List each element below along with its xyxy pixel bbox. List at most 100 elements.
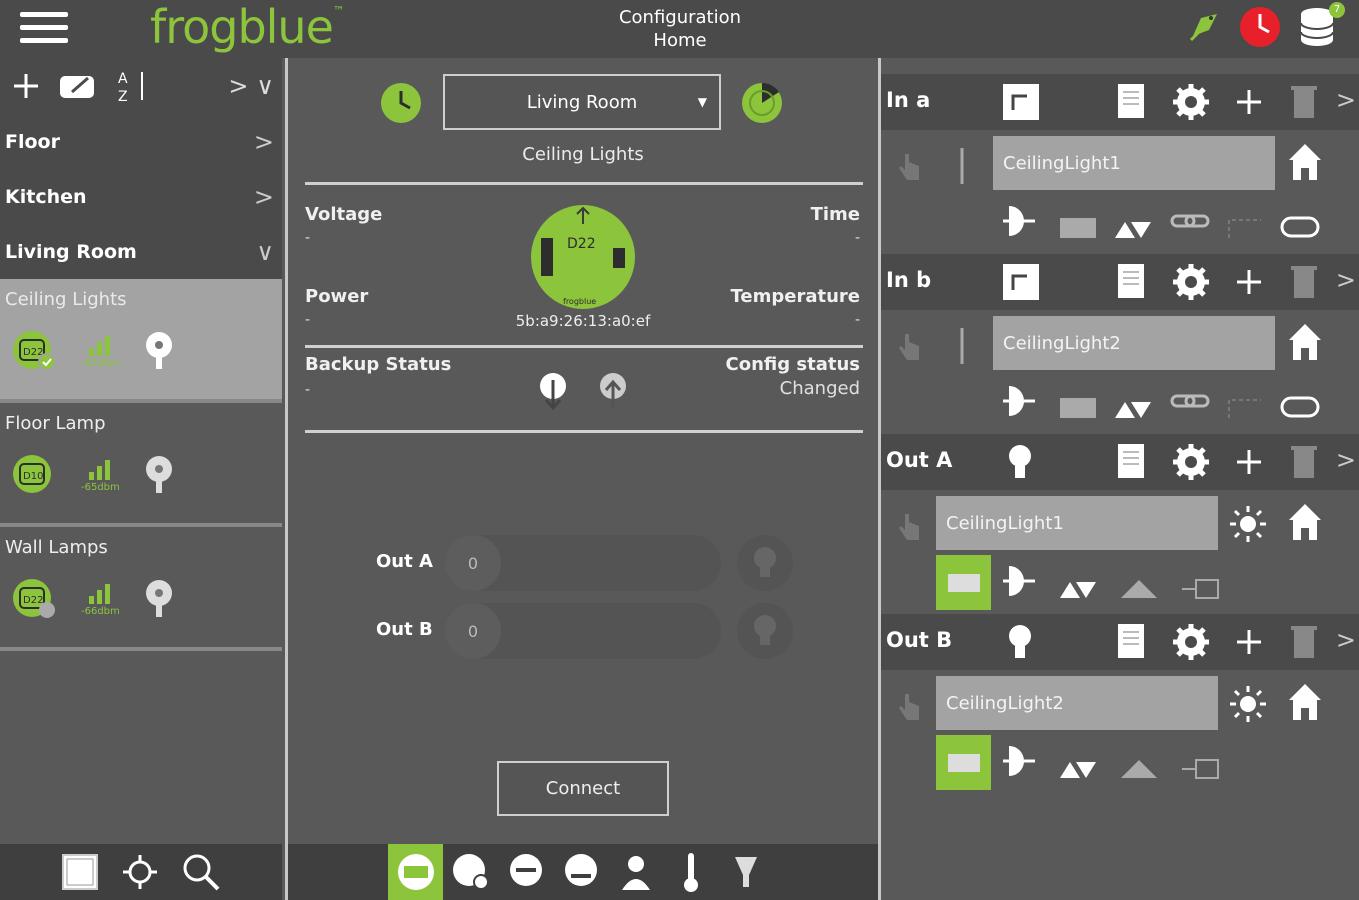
up-down-icon[interactable] bbox=[1056, 560, 1100, 602]
database-icon[interactable]: 7 bbox=[1299, 2, 1345, 48]
bulb-toggle-button[interactable] bbox=[737, 535, 793, 591]
dimmer-slider[interactable]: 0 bbox=[445, 603, 721, 659]
add-icon[interactable] bbox=[1234, 262, 1264, 302]
input-type-icon[interactable] bbox=[1001, 82, 1041, 122]
document-icon[interactable] bbox=[1115, 622, 1149, 662]
corner-icon[interactable] bbox=[1223, 200, 1267, 242]
tab-light[interactable] bbox=[718, 844, 773, 900]
gear-icon[interactable] bbox=[1171, 622, 1211, 662]
dimmer-icon[interactable] bbox=[999, 560, 1039, 602]
dimmer-icon[interactable] bbox=[999, 380, 1039, 422]
backup-upload-icon[interactable] bbox=[598, 372, 628, 414]
slider-knob[interactable]: 0 bbox=[445, 603, 501, 659]
document-icon[interactable] bbox=[1115, 262, 1149, 302]
output-mode-switch[interactable] bbox=[936, 735, 991, 790]
blind-icon[interactable] bbox=[1056, 200, 1100, 242]
frog-icon[interactable] bbox=[1187, 10, 1221, 44]
up-down-icon[interactable] bbox=[1111, 200, 1155, 242]
module-icon bbox=[397, 854, 434, 890]
motor-icon[interactable] bbox=[1178, 740, 1222, 782]
backup-download-icon[interactable] bbox=[538, 372, 568, 414]
up-down-icon[interactable] bbox=[1111, 380, 1155, 422]
switch-icon bbox=[947, 573, 980, 592]
motor-icon[interactable] bbox=[1178, 560, 1222, 602]
sun-icon[interactable] bbox=[1228, 684, 1268, 724]
io-config-panel: In a > CeilingLight1 In b > CeilingLight… bbox=[878, 58, 1359, 900]
tab-module-in[interactable] bbox=[553, 844, 608, 900]
clock-alarm-icon[interactable] bbox=[1239, 6, 1281, 48]
chevron-down-icon[interactable]: ∨ bbox=[256, 72, 274, 100]
trash-icon[interactable] bbox=[1289, 262, 1319, 302]
slider-knob[interactable]: 0 bbox=[445, 535, 501, 591]
trash-icon[interactable] bbox=[1289, 442, 1319, 482]
tab-temperature[interactable] bbox=[663, 844, 718, 900]
menu-icon[interactable] bbox=[20, 12, 68, 46]
bulb-icon[interactable] bbox=[1005, 622, 1035, 662]
loop-icon[interactable] bbox=[1278, 200, 1322, 242]
add-icon[interactable] bbox=[1234, 82, 1264, 122]
tree-item-kitchen[interactable]: Kitchen > bbox=[0, 169, 282, 224]
tree-item-living-room[interactable]: Living Room ∨ bbox=[0, 224, 282, 279]
tab-module[interactable] bbox=[388, 844, 443, 900]
search-icon[interactable] bbox=[181, 852, 221, 892]
document-icon[interactable] bbox=[1115, 442, 1149, 482]
trash-icon[interactable] bbox=[1289, 622, 1319, 662]
add-icon[interactable] bbox=[1234, 622, 1264, 662]
shade-icon[interactable] bbox=[1117, 740, 1161, 782]
output-name-field[interactable]: CeilingLight2 bbox=[936, 676, 1218, 730]
device-tree-panel: AZ > ∨ Floor > Kitchen > Living Room ∨ Ceili… bbox=[0, 58, 282, 900]
add-icon[interactable] bbox=[12, 72, 40, 100]
output-mode-switch[interactable] bbox=[936, 555, 991, 610]
device-wall-lamps[interactable]: Wall Lamps D22 -66dbm bbox=[0, 527, 282, 651]
home-icon[interactable] bbox=[1287, 502, 1323, 542]
connect-button[interactable]: Connect bbox=[497, 761, 669, 816]
link-icon[interactable] bbox=[1168, 380, 1212, 422]
output-name-field[interactable]: CeilingLight1 bbox=[936, 496, 1218, 550]
corner-icon[interactable] bbox=[1223, 380, 1267, 422]
radar-scan-icon[interactable] bbox=[741, 82, 783, 124]
input-name-field[interactable]: CeilingLight1 bbox=[993, 136, 1275, 190]
output-row-a: Out A 0 bbox=[288, 535, 878, 591]
output-function-icons bbox=[999, 740, 1222, 786]
input-name-field[interactable]: CeilingLight2 bbox=[993, 316, 1275, 370]
dimmer-icon[interactable] bbox=[999, 740, 1039, 782]
sort-az-icon[interactable]: AZ bbox=[116, 68, 150, 104]
chevron-right-icon[interactable]: > bbox=[1336, 266, 1356, 294]
chevron-right-icon[interactable]: > bbox=[1336, 626, 1356, 654]
dimmer-slider[interactable]: 0 bbox=[445, 535, 721, 591]
up-down-icon[interactable] bbox=[1056, 740, 1100, 782]
edit-icon[interactable] bbox=[58, 72, 98, 100]
link-icon[interactable] bbox=[1168, 200, 1212, 242]
add-icon[interactable] bbox=[1234, 442, 1264, 482]
tree-item-floor[interactable]: Floor > bbox=[0, 114, 282, 169]
loop-icon[interactable] bbox=[1278, 380, 1322, 422]
home-icon[interactable] bbox=[1287, 682, 1323, 722]
document-icon[interactable] bbox=[1115, 82, 1149, 122]
tab-user[interactable] bbox=[608, 844, 663, 900]
tab-module-settings[interactable] bbox=[443, 844, 498, 900]
device-floor-lamp[interactable]: Floor Lamp D10 -65dbm bbox=[0, 403, 282, 527]
home-icon[interactable] bbox=[1287, 142, 1323, 182]
blind-icon[interactable] bbox=[1056, 380, 1100, 422]
dimmer-icon[interactable] bbox=[999, 200, 1039, 242]
trash-icon[interactable] bbox=[1289, 82, 1319, 122]
section-header-in-a: In a > bbox=[881, 74, 1359, 130]
gear-icon[interactable] bbox=[1171, 262, 1211, 302]
input-type-icon[interactable] bbox=[1001, 262, 1041, 302]
sun-icon[interactable] bbox=[1228, 504, 1268, 544]
home-icon[interactable] bbox=[1287, 322, 1323, 362]
clock-icon[interactable] bbox=[380, 82, 422, 124]
chevron-right-icon[interactable]: > bbox=[1336, 86, 1356, 114]
tab-module-out[interactable] bbox=[498, 844, 553, 900]
bulb-icon[interactable] bbox=[1005, 442, 1035, 482]
bulb-toggle-button[interactable] bbox=[737, 603, 793, 659]
shade-icon[interactable] bbox=[1117, 560, 1161, 602]
chevron-right-icon[interactable]: > bbox=[1336, 446, 1356, 474]
room-select[interactable]: Living Room ▼ bbox=[443, 74, 721, 130]
gear-icon[interactable] bbox=[1171, 82, 1211, 122]
device-ceiling-lights[interactable]: Ceiling Lights D22 -65dbm bbox=[0, 279, 282, 403]
chevron-right-icon[interactable]: > bbox=[228, 72, 248, 100]
locate-icon[interactable] bbox=[121, 853, 159, 891]
gear-icon[interactable] bbox=[1171, 442, 1211, 482]
select-all-icon[interactable] bbox=[61, 853, 99, 891]
